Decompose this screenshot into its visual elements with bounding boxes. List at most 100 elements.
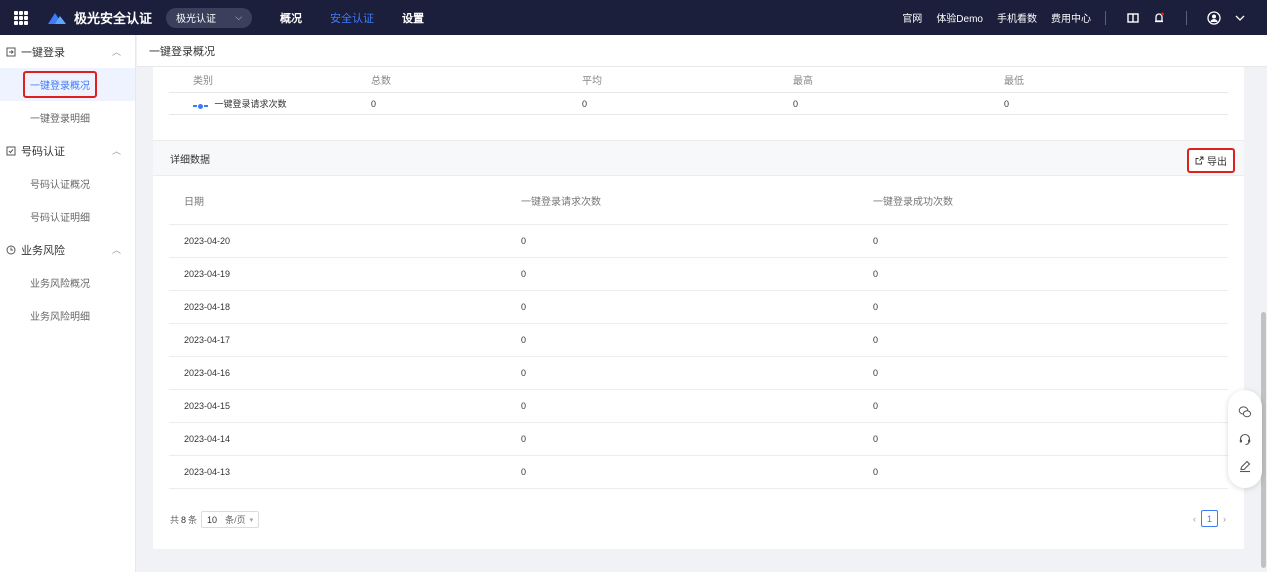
edit-icon[interactable] [1237, 458, 1253, 474]
cell-success: 0 [873, 401, 879, 411]
cell-success: 0 [873, 335, 879, 345]
sidebar-group-label: 业务风险 [21, 244, 65, 257]
cell-requests: 0 [521, 269, 527, 279]
floating-toolbar [1228, 390, 1262, 488]
page-size-value: 10 [207, 514, 218, 525]
sidebar-item-one-click-login-detail[interactable]: 一键登录明细 [0, 101, 135, 134]
summary-avg: 0 [582, 98, 588, 109]
sidebar-item-number-auth-overview[interactable]: 号码认证概况 [0, 167, 135, 200]
cell-success: 0 [873, 302, 879, 312]
top-nav: 概况 安全认证 设置 [280, 10, 452, 26]
cell-requests: 0 [521, 467, 527, 477]
cell-date: 2023-04-18 [184, 302, 231, 312]
chevron-down-icon: ⌵ [235, 12, 243, 22]
pagination-info: 共 8 条 10 条/页 ▾ [170, 511, 260, 528]
cell-requests: 0 [521, 335, 527, 345]
brand-logo-icon [48, 12, 66, 24]
sidebar-group-label: 号码认证 [21, 145, 65, 158]
cell-requests: 0 [521, 302, 527, 312]
sidebar-group-label: 一键登录 [21, 46, 65, 59]
sidebar-item-label: 业务风险概况 [30, 279, 90, 290]
cell-requests: 0 [521, 368, 527, 378]
cell-success: 0 [873, 269, 879, 279]
nav-overview[interactable]: 概况 [280, 10, 302, 26]
sidebar: 一键登录 ︿ 一键登录概况 一键登录明细 号码认证 ︿ 号码认证概况 号码认证明… [0, 35, 136, 572]
page-title: 一键登录概况 [149, 45, 215, 58]
cell-date: 2023-04-16 [184, 368, 231, 378]
sidebar-item-label: 号码认证明细 [30, 213, 90, 224]
summary-total: 0 [371, 98, 377, 109]
link-mobile-view[interactable]: 手机看数 [997, 10, 1037, 25]
phone-check-icon [6, 146, 16, 156]
sidebar-group-business-risk[interactable]: 业务风险 ︿ [0, 233, 135, 266]
cell-success: 0 [873, 434, 879, 444]
divider [1105, 10, 1106, 25]
cell-date: 2023-04-19 [184, 269, 231, 279]
cell-date: 2023-04-15 [184, 401, 231, 411]
cell-success: 0 [873, 236, 879, 246]
total-suffix: 条 [188, 515, 198, 525]
product-select[interactable]: 极光认证 ⌵ [166, 7, 253, 28]
col-header-requests: 一键登录请求次数 [521, 197, 601, 208]
cell-date: 2023-04-13 [184, 467, 231, 477]
sidebar-item-label: 一键登录明细 [30, 114, 90, 125]
next-page-icon[interactable]: › [1223, 514, 1226, 524]
top-bar: 极光安全认证 极光认证 ⌵ 概况 安全认证 设置 官网 体验Demo 手机看数 … [0, 0, 1267, 35]
login-icon [6, 47, 16, 57]
divider [1186, 10, 1187, 25]
prev-page-icon[interactable]: ‹ [1193, 514, 1196, 524]
detail-section-header: 详细数据 导出 [153, 140, 1244, 176]
table-row: 2023-04-20 0 0 [169, 225, 1228, 258]
brand-logo[interactable]: 极光安全认证 [46, 8, 152, 27]
summary-col-min: 最低 [1004, 76, 1024, 87]
export-button[interactable]: 导出 [1187, 148, 1235, 173]
table-row: 2023-04-14 0 0 [169, 423, 1228, 456]
sidebar-item-label: 业务风险明细 [30, 312, 90, 323]
pagination-controls: ‹ 1 › [1193, 510, 1226, 527]
nav-security-auth[interactable]: 安全认证 [330, 10, 374, 26]
summary-category: 一键登录请求次数 [214, 99, 287, 109]
user-icon[interactable] [1207, 10, 1221, 25]
layout-icon[interactable] [1126, 11, 1140, 25]
cell-success: 0 [873, 368, 879, 378]
page-number-current[interactable]: 1 [1201, 510, 1218, 527]
wechat-icon[interactable] [1237, 404, 1253, 420]
bell-icon[interactable] [1152, 11, 1166, 25]
page-title-bar: 一键登录概况 [137, 35, 1267, 67]
product-select-value: 极光认证 [176, 14, 217, 25]
summary-col-category: 类别 [193, 76, 213, 87]
cell-success: 0 [873, 467, 879, 477]
summary-col-total: 总数 [371, 76, 391, 87]
table-row: 2023-04-13 0 0 [169, 456, 1228, 489]
brand-name: 极光安全认证 [74, 11, 153, 26]
summary-row: 一键登录请求次数 0 0 0 0 [169, 93, 1228, 115]
sidebar-item-business-risk-detail[interactable]: 业务风险明细 [0, 299, 135, 332]
col-header-success: 一键登录成功次数 [873, 197, 953, 208]
sidebar-item-label: 一键登录概况 [23, 71, 97, 98]
sidebar-item-one-click-login-overview[interactable]: 一键登录概况 [0, 68, 135, 101]
cell-requests: 0 [521, 401, 527, 411]
page-size-unit: 条/页 [225, 515, 246, 525]
sidebar-item-business-risk-overview[interactable]: 业务风险概况 [0, 266, 135, 299]
headset-icon[interactable] [1237, 431, 1253, 447]
link-official-site[interactable]: 官网 [902, 10, 922, 25]
sidebar-group-one-click-login[interactable]: 一键登录 ︿ [0, 35, 135, 68]
total-prefix: 共 [170, 515, 180, 525]
table-row: 2023-04-19 0 0 [169, 258, 1228, 291]
chevron-down-icon[interactable] [1233, 11, 1247, 25]
nav-settings[interactable]: 设置 [402, 10, 424, 26]
table-header-row: 日期 一键登录请求次数 一键登录成功次数 [169, 177, 1228, 225]
cell-requests: 0 [521, 434, 527, 444]
sidebar-item-number-auth-detail[interactable]: 号码认证明细 [0, 200, 135, 233]
export-icon [1195, 156, 1204, 165]
cell-requests: 0 [521, 236, 527, 246]
link-demo[interactable]: 体验Demo [936, 10, 983, 25]
page-size-select[interactable]: 10 条/页 ▾ [201, 511, 260, 528]
summary-category-cell: 一键登录请求次数 [169, 97, 371, 110]
apps-grid-icon[interactable] [14, 10, 28, 25]
sidebar-group-number-auth[interactable]: 号码认证 ︿ [0, 134, 135, 167]
table-row: 2023-04-16 0 0 [169, 357, 1228, 390]
detail-section-title: 详细数据 [170, 154, 210, 166]
link-billing[interactable]: 费用中心 [1051, 10, 1091, 25]
caret-down-icon: ▾ [249, 516, 254, 524]
